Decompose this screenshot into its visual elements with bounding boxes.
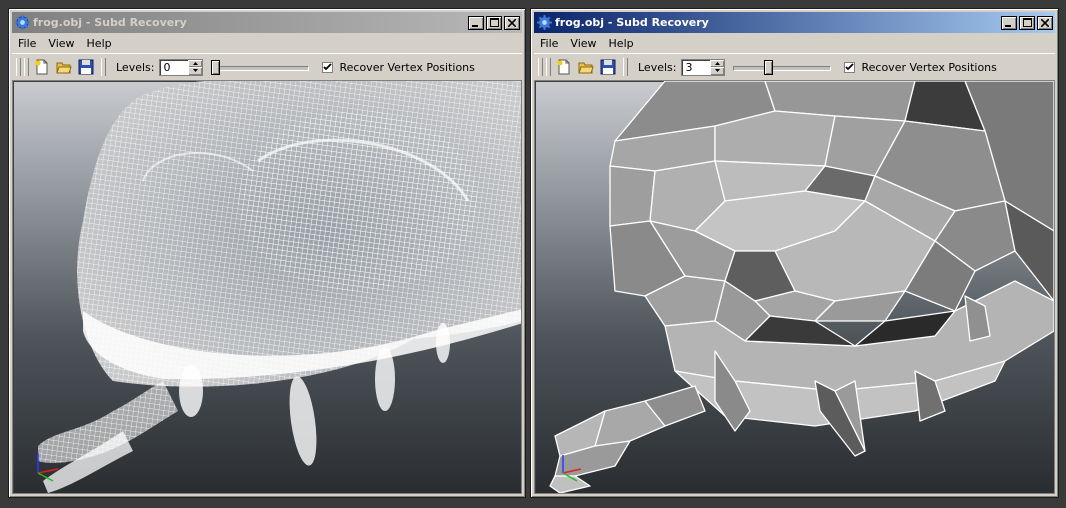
spin-down-icon bbox=[192, 69, 198, 73]
recover-vertex-checkbox[interactable] bbox=[322, 61, 334, 73]
subd-window-right: frog.obj - Subd Recovery File View Help bbox=[530, 8, 1059, 498]
close-icon bbox=[1041, 18, 1049, 27]
toolbar-grip[interactable] bbox=[101, 58, 106, 76]
menu-help[interactable]: Help bbox=[81, 37, 118, 50]
recover-vertex-checkbox[interactable] bbox=[844, 61, 856, 73]
spin-up-button[interactable] bbox=[188, 59, 203, 67]
open-button[interactable] bbox=[53, 57, 75, 77]
spin-up-button[interactable] bbox=[710, 59, 725, 67]
toolbar-grip[interactable] bbox=[546, 58, 551, 76]
slider-thumb[interactable] bbox=[764, 60, 774, 75]
spin-up-icon bbox=[192, 61, 198, 65]
title-bar[interactable]: frog.obj - Subd Recovery bbox=[534, 12, 1055, 33]
title-bar[interactable]: frog.obj - Subd Recovery bbox=[12, 12, 522, 33]
app-gear-icon bbox=[537, 15, 552, 30]
toolbar: Levels: 0 Recover Vertex Positions bbox=[12, 53, 522, 81]
recover-vertex-label: Recover Vertex Positions bbox=[339, 60, 475, 74]
menu-bar: File View Help bbox=[534, 35, 1055, 52]
open-folder-icon bbox=[578, 62, 594, 74]
save-disk-icon bbox=[78, 59, 94, 75]
new-file-icon bbox=[557, 59, 570, 75]
window-title: frog.obj - Subd Recovery bbox=[555, 16, 709, 29]
levels-spinbox[interactable]: 0 bbox=[159, 58, 204, 76]
frog-lowpoly-render bbox=[549, 81, 1054, 493]
open-folder-icon bbox=[56, 62, 72, 74]
toolbar: Levels: 3 Recover Vertex Positions bbox=[534, 53, 1055, 81]
new-button[interactable] bbox=[553, 57, 575, 77]
new-button[interactable] bbox=[31, 57, 53, 77]
slider-thumb[interactable] bbox=[211, 60, 221, 75]
minimize-button[interactable] bbox=[468, 15, 484, 30]
checkmark-icon bbox=[845, 62, 855, 70]
menu-file[interactable]: File bbox=[12, 37, 42, 50]
levels-slider[interactable] bbox=[211, 57, 310, 77]
close-button[interactable] bbox=[1037, 15, 1053, 30]
menu-view[interactable]: View bbox=[564, 37, 602, 50]
save-disk-icon bbox=[600, 59, 616, 75]
spin-up-icon bbox=[714, 61, 720, 65]
maximize-button[interactable] bbox=[1019, 15, 1035, 30]
frog-wireframe-render bbox=[37, 81, 521, 493]
levels-label: Levels: bbox=[116, 60, 155, 74]
menu-view[interactable]: View bbox=[42, 37, 80, 50]
levels-slider[interactable] bbox=[733, 57, 832, 77]
checkmark-icon bbox=[323, 62, 333, 70]
close-button[interactable] bbox=[504, 15, 520, 30]
3d-viewport-wireframe[interactable] bbox=[12, 80, 522, 494]
app-gear-icon bbox=[15, 15, 30, 30]
subd-window-left: frog.obj - Subd Recovery File View Help bbox=[8, 8, 526, 498]
3d-viewport-shaded[interactable] bbox=[534, 80, 1055, 494]
menu-file[interactable]: File bbox=[534, 37, 564, 50]
spin-down-button[interactable] bbox=[188, 67, 203, 75]
minimize-icon bbox=[1005, 24, 1011, 27]
new-file-icon bbox=[35, 59, 48, 75]
spin-down-button[interactable] bbox=[710, 67, 725, 75]
levels-spinbox[interactable]: 3 bbox=[681, 58, 726, 76]
recover-vertex-label: Recover Vertex Positions bbox=[861, 60, 997, 74]
maximize-icon bbox=[489, 18, 499, 27]
minimize-icon bbox=[472, 24, 478, 27]
menu-help[interactable]: Help bbox=[603, 37, 640, 50]
save-button[interactable] bbox=[597, 57, 619, 77]
spin-down-icon bbox=[714, 69, 720, 73]
open-button[interactable] bbox=[575, 57, 597, 77]
slider-track bbox=[211, 66, 310, 71]
maximize-button[interactable] bbox=[486, 15, 502, 30]
save-button[interactable] bbox=[75, 57, 97, 77]
toolbar-grip[interactable] bbox=[538, 58, 543, 76]
window-title: frog.obj - Subd Recovery bbox=[33, 16, 187, 29]
levels-label: Levels: bbox=[638, 60, 677, 74]
close-icon bbox=[508, 18, 516, 27]
minimize-button[interactable] bbox=[1001, 15, 1017, 30]
slider-track bbox=[733, 66, 832, 71]
toolbar-grip[interactable] bbox=[24, 58, 29, 76]
toolbar-grip[interactable] bbox=[16, 58, 21, 76]
toolbar-grip[interactable] bbox=[623, 58, 628, 76]
levels-value[interactable]: 3 bbox=[682, 60, 710, 75]
menu-bar: File View Help bbox=[12, 35, 522, 52]
maximize-icon bbox=[1022, 18, 1032, 27]
levels-value[interactable]: 0 bbox=[160, 60, 188, 75]
